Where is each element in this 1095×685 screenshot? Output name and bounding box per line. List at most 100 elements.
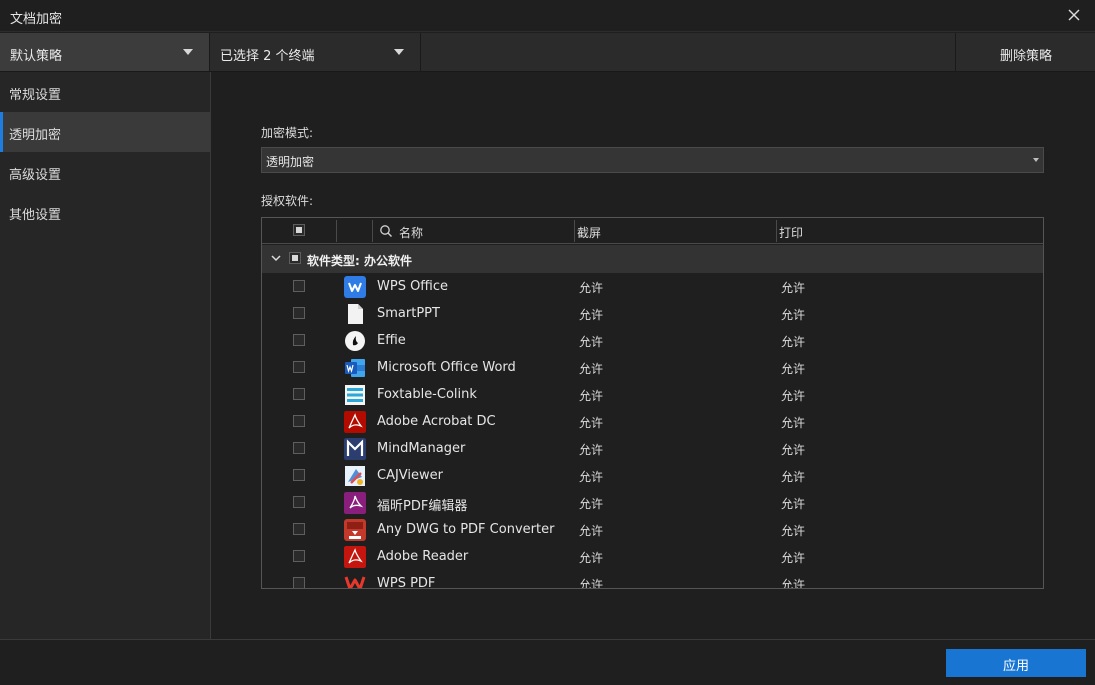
row-checkbox[interactable] bbox=[293, 334, 305, 346]
encryption-mode-label: 加密模式: bbox=[261, 126, 314, 140]
row-checkbox[interactable] bbox=[293, 496, 305, 508]
dwg-pdf-icon bbox=[344, 519, 366, 541]
print-permission: 允许 bbox=[781, 497, 806, 511]
screenshot-permission: 允许 bbox=[579, 551, 604, 565]
screenshot-permission: 允许 bbox=[579, 281, 604, 295]
delete-policy-label: 删除策略 bbox=[999, 49, 1052, 64]
print-permission: 允许 bbox=[781, 578, 806, 589]
column-header-print[interactable]: 打印 bbox=[779, 224, 803, 241]
app-name: Effie bbox=[377, 333, 406, 348]
table-row[interactable]: 福昕PDF编辑器 允许 允许 bbox=[262, 489, 1043, 516]
sidebar-item-other[interactable]: 其他设置 bbox=[0, 192, 210, 232]
table-row[interactable]: WPS PDF 允许 允许 bbox=[262, 570, 1043, 589]
row-checkbox[interactable] bbox=[293, 469, 305, 481]
cajviewer-icon bbox=[345, 466, 365, 486]
column-divider bbox=[574, 220, 575, 242]
screenshot-permission: 允许 bbox=[579, 497, 604, 511]
active-indicator bbox=[0, 112, 3, 152]
column-header-name[interactable]: 名称 bbox=[399, 224, 423, 241]
row-checkbox[interactable] bbox=[293, 280, 305, 292]
policy-dropdown-label: 默认策略 bbox=[10, 49, 63, 64]
screenshot-permission: 允许 bbox=[579, 524, 604, 538]
group-checkbox[interactable] bbox=[289, 252, 301, 264]
row-checkbox[interactable] bbox=[293, 307, 305, 319]
terminal-dropdown-label: 已选择 2 个终端 bbox=[220, 49, 315, 64]
settings-sidebar: 常规设置 透明加密 高级设置 其他设置 bbox=[0, 72, 211, 639]
column-header-screenshot[interactable]: 截屏 bbox=[577, 224, 601, 241]
screenshot-permission: 允许 bbox=[579, 470, 604, 484]
sidebar-item-label: 透明加密 bbox=[9, 128, 62, 143]
sidebar-item-transparent-encryption[interactable]: 透明加密 bbox=[0, 112, 210, 152]
column-divider bbox=[372, 220, 373, 242]
title-bar: 文档加密 bbox=[0, 0, 1095, 32]
table-row[interactable]: Microsoft Office Word 允许 允许 bbox=[262, 354, 1043, 381]
print-permission: 允许 bbox=[781, 470, 806, 484]
row-checkbox[interactable] bbox=[293, 442, 305, 454]
table-row[interactable]: SmartPPT 允许 允许 bbox=[262, 300, 1043, 327]
table-row[interactable]: WPS Office 允许 允许 bbox=[262, 273, 1043, 300]
column-divider bbox=[336, 220, 337, 242]
app-name: Any DWG to PDF Converter bbox=[377, 522, 555, 537]
acrobat-icon bbox=[344, 411, 366, 433]
screenshot-permission: 允许 bbox=[579, 416, 604, 430]
policy-dropdown[interactable]: 默认策略 bbox=[0, 33, 210, 71]
app-name: Foxtable-Colink bbox=[377, 387, 477, 402]
terminal-dropdown[interactable]: 已选择 2 个终端 bbox=[210, 33, 421, 71]
chevron-down-icon bbox=[394, 49, 404, 55]
table-row[interactable]: Adobe Reader 允许 允许 bbox=[262, 543, 1043, 570]
encryption-mode-value: 透明加密 bbox=[266, 155, 315, 169]
software-rows: WPS Office 允许 允许 SmartPPT 允许 允许 Effie 允许… bbox=[262, 273, 1043, 589]
app-name: SmartPPT bbox=[377, 306, 440, 321]
row-checkbox[interactable] bbox=[293, 415, 305, 427]
app-name: WPS PDF bbox=[377, 576, 436, 589]
close-icon[interactable] bbox=[1065, 6, 1083, 24]
app-name: MindManager bbox=[377, 441, 466, 456]
sidebar-item-general[interactable]: 常规设置 bbox=[0, 72, 210, 112]
effie-icon bbox=[345, 331, 365, 351]
adobe-reader-icon bbox=[344, 546, 366, 568]
row-checkbox[interactable] bbox=[293, 361, 305, 373]
chevron-down-icon[interactable] bbox=[270, 252, 282, 264]
chevron-down-icon bbox=[1033, 158, 1039, 162]
column-divider bbox=[776, 220, 777, 242]
group-row-office: 软件类型: 办公软件 bbox=[262, 245, 1043, 273]
select-all-checkbox[interactable] bbox=[293, 224, 305, 236]
app-name: Microsoft Office Word bbox=[377, 360, 516, 375]
sidebar-item-advanced[interactable]: 高级设置 bbox=[0, 152, 210, 192]
row-checkbox[interactable] bbox=[293, 577, 305, 588]
search-icon[interactable] bbox=[379, 224, 393, 238]
table-row[interactable]: Any DWG to PDF Converter 允许 允许 bbox=[262, 516, 1043, 543]
table-row[interactable]: Foxtable-Colink 允许 允许 bbox=[262, 381, 1043, 408]
foxtable-icon bbox=[345, 385, 365, 405]
table-row[interactable]: Effie 允许 允许 bbox=[262, 327, 1043, 354]
print-permission: 允许 bbox=[781, 524, 806, 538]
print-permission: 允许 bbox=[781, 551, 806, 565]
wps-pdf-icon bbox=[344, 576, 366, 588]
word-icon bbox=[345, 359, 365, 377]
smartppt-file-icon bbox=[348, 304, 363, 324]
table-header: 名称 截屏 打印 bbox=[262, 218, 1043, 244]
screenshot-permission: 允许 bbox=[579, 362, 604, 376]
apply-button-label: 应用 bbox=[1002, 659, 1029, 674]
screenshot-permission: 允许 bbox=[579, 578, 604, 589]
table-row[interactable]: CAJViewer 允许 允许 bbox=[262, 462, 1043, 489]
sidebar-item-label: 常规设置 bbox=[9, 88, 62, 103]
screenshot-permission: 允许 bbox=[579, 335, 604, 349]
row-checkbox[interactable] bbox=[293, 388, 305, 400]
print-permission: 允许 bbox=[781, 362, 806, 376]
delete-policy-button[interactable]: 删除策略 bbox=[955, 33, 1095, 71]
sidebar-item-label: 其他设置 bbox=[9, 208, 62, 223]
app-name: Adobe Reader bbox=[377, 549, 469, 564]
print-permission: 允许 bbox=[781, 443, 806, 457]
mindmanager-icon bbox=[344, 438, 366, 460]
table-row[interactable]: Adobe Acrobat DC 允许 允许 bbox=[262, 408, 1043, 435]
row-checkbox[interactable] bbox=[293, 550, 305, 562]
apply-button[interactable]: 应用 bbox=[946, 649, 1086, 677]
app-name: WPS Office bbox=[377, 279, 449, 294]
group-label: 软件类型: 办公软件 bbox=[307, 254, 412, 268]
app-name: CAJViewer bbox=[377, 468, 443, 483]
app-name: Adobe Acrobat DC bbox=[377, 414, 496, 429]
row-checkbox[interactable] bbox=[293, 523, 305, 535]
table-row[interactable]: MindManager 允许 允许 bbox=[262, 435, 1043, 462]
encryption-mode-select[interactable]: 透明加密 bbox=[261, 147, 1044, 173]
